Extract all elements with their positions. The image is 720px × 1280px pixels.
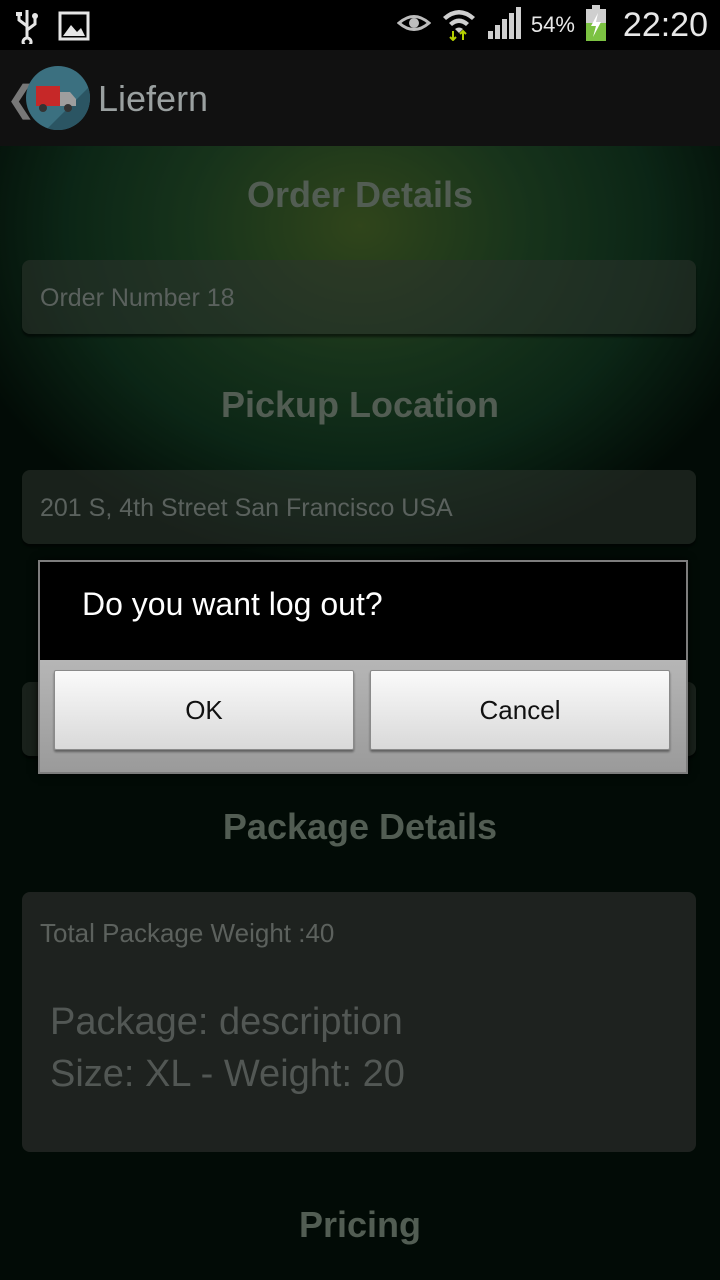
wifi-icon [441,5,477,46]
ok-button[interactable]: OK [54,670,354,750]
cancel-button[interactable]: Cancel [370,670,670,750]
usb-icon [14,8,40,49]
clock: 22:20 [622,5,708,44]
app-logo-icon[interactable] [26,66,90,130]
app-title: Liefern [98,78,209,119]
image-icon [58,11,90,46]
action-bar: ❮ Liefern [0,50,720,146]
battery-charging-icon [585,4,607,46]
logout-dialog: Do you want log out? OK Cancel [38,560,688,774]
dialog-message: Do you want log out? [82,586,383,622]
eye-icon [396,10,432,41]
status-bar: 54% 22:20 [0,0,720,50]
battery-percent: 54% [530,12,575,37]
signal-icon [487,6,521,44]
dialog-button-bar: OK Cancel [40,660,686,772]
